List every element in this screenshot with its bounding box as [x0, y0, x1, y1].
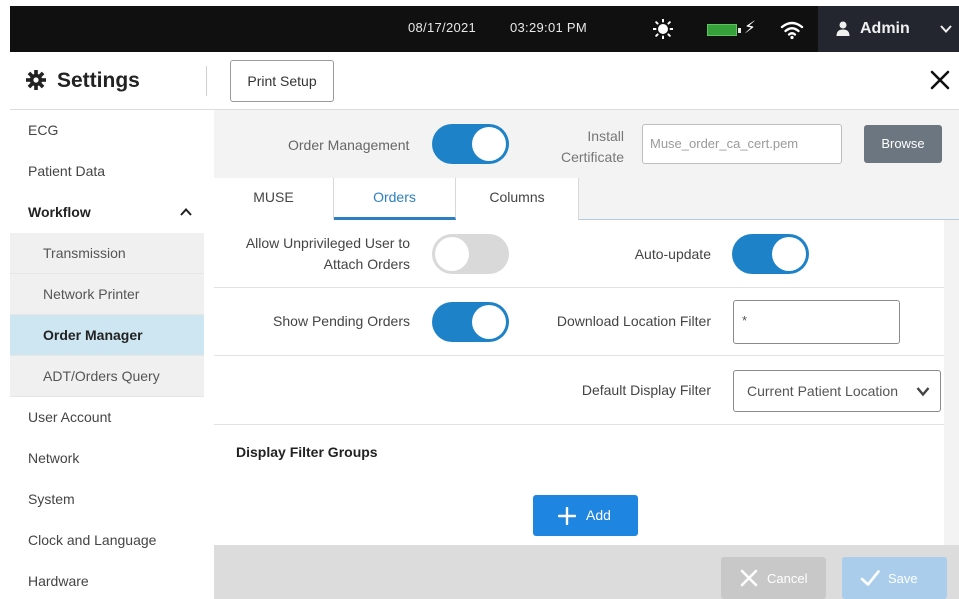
order-management-toggle[interactable]: [432, 124, 509, 164]
tab-orders[interactable]: Orders: [334, 178, 456, 220]
allow-unprivileged-toggle[interactable]: [432, 234, 509, 274]
user-name: Admin: [860, 20, 910, 37]
allow-unprivileged-label-line2: Attach Orders: [323, 256, 410, 272]
sidebar-item-label: ADT/Orders Query: [43, 368, 160, 384]
sidebar-item-workflow[interactable]: Workflow: [10, 192, 204, 233]
cancel-button-label: Cancel: [767, 571, 808, 586]
sidebar-item-label: ECG: [28, 122, 59, 138]
sidebar-item-network[interactable]: Network: [10, 438, 204, 479]
sidebar-item-label: Order Manager: [43, 327, 143, 343]
toggle-knob: [472, 305, 506, 339]
settings-row: Show Pending Orders Download Location Fi…: [214, 288, 944, 356]
download-location-label: Download Location Filter: [556, 313, 711, 329]
show-pending-label: Show Pending Orders: [273, 313, 410, 329]
scrollbar[interactable]: [944, 220, 959, 545]
toggle-knob: [472, 127, 506, 161]
settings-sidebar: ECG Patient Data Workflow Transmission N…: [10, 110, 204, 599]
sidebar-item-label: Workflow: [28, 204, 91, 220]
status-time: 03:29:01 PM: [510, 20, 588, 35]
chevron-down-icon: [940, 25, 952, 33]
settings-header: Settings Print Setup: [10, 52, 959, 110]
add-filter-group-button[interactable]: Add: [533, 495, 638, 536]
save-button[interactable]: Save: [842, 557, 947, 599]
allow-unprivileged-label: Allow Unprivileged User to Attach Orders: [229, 233, 410, 275]
order-manager-content: Order Management Install Certificate Mus…: [214, 110, 959, 599]
sidebar-item-user-account[interactable]: User Account: [10, 397, 204, 438]
install-certificate-label: Install Certificate: [554, 126, 624, 168]
sidebar-item-patient-data[interactable]: Patient Data: [10, 151, 204, 192]
sidebar-item-ecg[interactable]: ECG: [10, 110, 204, 151]
user-icon: [836, 21, 850, 36]
cancel-button[interactable]: Cancel: [721, 557, 826, 599]
order-manager-tabs: MUSE Orders Columns: [214, 178, 959, 220]
sidebar-subitem-transmission[interactable]: Transmission: [10, 233, 204, 274]
toggle-knob: [772, 237, 806, 271]
sidebar-item-label: Hardware: [28, 573, 89, 589]
default-display-filter-label: Default Display Filter: [581, 382, 711, 398]
gear-icon: [26, 70, 46, 90]
battery-icon: [707, 24, 741, 36]
user-menu[interactable]: Admin: [818, 6, 959, 52]
action-footer: Cancel Save: [214, 545, 959, 599]
settings-row: Default Display Filter Current Patient L…: [214, 356, 944, 425]
default-display-filter-value: Current Patient Location: [747, 383, 898, 399]
allow-unprivileged-label-line1: Allow Unprivileged User to: [245, 235, 410, 251]
sidebar-subitem-order-manager[interactable]: Order Manager: [10, 315, 204, 356]
order-management-label: Order Management: [288, 137, 410, 153]
certificate-file-field[interactable]: Muse_order_ca_cert.pem: [642, 124, 842, 164]
sidebar-item-label: System: [28, 491, 75, 507]
close-icon[interactable]: [928, 68, 952, 92]
tab-columns[interactable]: Columns: [456, 178, 579, 220]
sidebar-item-label: Network: [28, 450, 80, 466]
status-bar: 08/17/2021 03:29:01 PM ⚡ Admin: [10, 6, 959, 52]
order-management-bar: Order Management Install Certificate Mus…: [214, 110, 959, 178]
sidebar-item-system[interactable]: System: [10, 479, 204, 520]
default-display-filter-select[interactable]: Current Patient Location: [733, 370, 941, 412]
tab-muse[interactable]: MUSE: [214, 178, 334, 220]
sidebar-subitem-adt-orders-query[interactable]: ADT/Orders Query: [10, 356, 204, 397]
header-divider: [206, 66, 207, 96]
add-button-label: Add: [586, 507, 611, 523]
browse-button[interactable]: Browse: [864, 125, 942, 163]
sidebar-item-clock-and-language[interactable]: Clock and Language: [10, 520, 204, 561]
close-icon: [740, 569, 758, 587]
download-location-filter-field[interactable]: *: [733, 300, 900, 344]
brightness-icon[interactable]: [653, 19, 673, 39]
wifi-icon[interactable]: [780, 20, 804, 40]
install-certificate-label-line1: Install: [587, 128, 624, 144]
sidebar-item-hardware[interactable]: Hardware: [10, 561, 204, 599]
auto-update-label: Auto-update: [634, 246, 711, 262]
sidebar-item-label: Patient Data: [28, 163, 106, 179]
display-filter-groups-label: Display Filter Groups: [236, 444, 378, 460]
show-pending-toggle[interactable]: [432, 302, 509, 342]
sidebar-item-label: User Account: [28, 409, 112, 425]
checkmark-icon: [860, 570, 880, 586]
chevron-down-icon: [916, 387, 930, 397]
save-button-label: Save: [888, 571, 918, 586]
toggle-knob: [435, 237, 469, 271]
print-setup-button[interactable]: Print Setup: [230, 60, 334, 102]
chevron-up-icon: [180, 208, 192, 216]
settings-row: Allow Unprivileged User to Attach Orders…: [214, 220, 944, 288]
install-certificate-label-line2: Certificate: [560, 149, 624, 165]
sidebar-item-label: Transmission: [43, 245, 126, 261]
plus-icon: [558, 507, 576, 525]
orders-panel: Allow Unprivileged User to Attach Orders…: [214, 220, 944, 545]
sidebar-item-label: Clock and Language: [28, 532, 157, 548]
charging-bolt-icon: ⚡: [744, 18, 756, 37]
sidebar-item-label: Network Printer: [43, 286, 140, 302]
status-date: 08/17/2021: [408, 20, 477, 35]
auto-update-toggle[interactable]: [732, 234, 809, 274]
sidebar-subitem-network-printer[interactable]: Network Printer: [10, 274, 204, 315]
page-title: Settings: [57, 69, 140, 92]
